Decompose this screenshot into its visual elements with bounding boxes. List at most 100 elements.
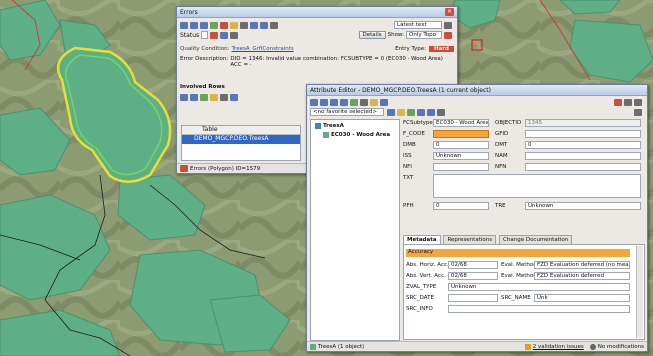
table-header: Table bbox=[182, 126, 300, 135]
layer-icon bbox=[310, 343, 316, 350]
entry-type-label: Entry Type: bbox=[395, 46, 427, 52]
pfh-label: PFH bbox=[403, 203, 414, 209]
undo-icon[interactable] bbox=[624, 98, 632, 106]
src-date-label: SRC_DATE bbox=[406, 295, 434, 301]
nfn-label: NFN bbox=[495, 164, 507, 170]
tre-label: TRE bbox=[495, 203, 506, 209]
extent-icon[interactable] bbox=[270, 21, 278, 29]
validation-issues-link[interactable]: 2 validation issues bbox=[533, 344, 584, 350]
tab-change-documentation[interactable]: Change Documentation bbox=[499, 235, 573, 244]
show-select[interactable]: Only Topo bbox=[406, 31, 442, 39]
nam-label: NAM bbox=[495, 153, 508, 159]
error-flag-icon[interactable] bbox=[210, 31, 219, 39]
forward-arrow-icon[interactable] bbox=[427, 108, 435, 116]
errors-title: Errors bbox=[180, 8, 198, 16]
fcsubtype-select[interactable]: EC030 - Wood Area bbox=[433, 119, 489, 127]
back-arrow-icon[interactable] bbox=[417, 108, 425, 116]
flash-icon[interactable] bbox=[220, 21, 228, 29]
pfh-field[interactable]: 0 bbox=[433, 202, 489, 210]
objectid-label: OBJECTID bbox=[495, 120, 522, 126]
attribute-fields: FCSubtype EC030 - Wood Area OBJECTID 134… bbox=[403, 119, 645, 231]
tab-representations[interactable]: Representations bbox=[443, 235, 497, 244]
delete-icon[interactable] bbox=[614, 98, 622, 106]
table-row[interactable]: DEMO_MGCP.DEO.TreesA bbox=[182, 135, 300, 144]
fcode-field[interactable] bbox=[433, 130, 489, 138]
tre-select[interactable]: Unknown bbox=[525, 202, 641, 210]
zval-type-select[interactable]: Unknown bbox=[448, 283, 630, 291]
first-icon[interactable] bbox=[180, 21, 188, 29]
attr-titlebar[interactable]: Attribute Editor - DEMO_MGCP.DEO.TreesA … bbox=[307, 85, 647, 96]
tree-root[interactable]: TreesA bbox=[315, 123, 344, 129]
copy-icon[interactable] bbox=[380, 98, 388, 106]
favorite-star-icon[interactable] bbox=[397, 108, 405, 116]
table-icon[interactable] bbox=[230, 93, 238, 101]
save-icon[interactable] bbox=[634, 98, 642, 106]
back-arrow-icon[interactable] bbox=[250, 21, 258, 29]
status-checkbox[interactable] bbox=[201, 31, 209, 39]
txt-field[interactable] bbox=[433, 174, 641, 198]
pan-icon[interactable] bbox=[230, 21, 238, 29]
iss-label: ISS bbox=[403, 153, 412, 159]
eval-method-select-1[interactable]: FZD Evaluation deferred (no meas.) bbox=[534, 261, 630, 269]
select-row-icon[interactable] bbox=[210, 93, 218, 101]
status-label: Status bbox=[180, 31, 200, 39]
src-info-field[interactable] bbox=[448, 305, 630, 313]
nam-field[interactable] bbox=[525, 152, 641, 160]
metadata-panel: Accuracy Abs. Horiz. Acc. 02/68 Eval. Me… bbox=[403, 244, 645, 340]
last-record-icon[interactable] bbox=[340, 98, 348, 106]
metadata-scrollbar[interactable] bbox=[636, 246, 643, 338]
pan-icon[interactable] bbox=[370, 98, 378, 106]
filter-icon[interactable] bbox=[444, 21, 452, 29]
dmt-field[interactable]: 0 bbox=[525, 141, 641, 149]
gfid-field[interactable] bbox=[525, 130, 641, 138]
open-attributes-icon[interactable] bbox=[220, 93, 228, 101]
options-icon[interactable] bbox=[634, 108, 642, 116]
flash-row-icon[interactable] bbox=[200, 93, 208, 101]
fcode-label: F_CODE bbox=[403, 131, 425, 137]
iss-select[interactable]: Unknown bbox=[433, 152, 489, 160]
next-record-icon[interactable] bbox=[330, 98, 338, 106]
abs-horiz-field[interactable]: 02/68 bbox=[448, 261, 498, 269]
refresh-icon[interactable] bbox=[444, 31, 452, 39]
eval-method-select-2[interactable]: FZD Evaluation deferred bbox=[534, 272, 630, 280]
src-name-select[interactable]: Unk bbox=[534, 294, 630, 302]
nfn-field[interactable] bbox=[525, 163, 641, 171]
pan-row-icon[interactable] bbox=[190, 93, 198, 101]
favorite-add-icon[interactable] bbox=[387, 108, 395, 116]
apply-icon[interactable] bbox=[407, 108, 415, 116]
quality-condition-row: Quality Condition: TreesA_GrfIConstraint… bbox=[177, 44, 457, 54]
gfid-label: GFID bbox=[495, 131, 509, 137]
check-icon[interactable] bbox=[220, 31, 229, 39]
close-icon[interactable]: × bbox=[445, 8, 454, 16]
previous-record-icon[interactable] bbox=[320, 98, 328, 106]
grid-icon[interactable] bbox=[230, 31, 239, 39]
expand-icon[interactable] bbox=[437, 108, 445, 116]
identify-icon[interactable] bbox=[360, 98, 368, 106]
errors-titlebar[interactable]: Errors × bbox=[177, 7, 457, 18]
select-icon[interactable] bbox=[240, 21, 248, 29]
zoom-row-icon[interactable] bbox=[180, 93, 188, 101]
dmb-field[interactable]: 0 bbox=[433, 141, 489, 149]
first-record-icon[interactable] bbox=[310, 98, 318, 106]
objectid-field: 1345 bbox=[525, 119, 641, 127]
details-button[interactable]: Details bbox=[358, 31, 386, 39]
error-description-label: Error Description: bbox=[180, 56, 229, 62]
involved-rows-table: Table DEMO_MGCP.DEO.TreesA bbox=[181, 125, 301, 161]
favorites-select[interactable]: <no favorite selected> bbox=[310, 108, 384, 116]
zoom-to-error-icon[interactable] bbox=[210, 21, 218, 29]
src-date-field[interactable] bbox=[448, 294, 498, 302]
nfi-field[interactable] bbox=[433, 163, 489, 171]
abs-vert-label: Abs. Vert. Acc. bbox=[406, 273, 446, 279]
previous-icon[interactable] bbox=[190, 21, 198, 29]
forward-arrow-icon[interactable] bbox=[260, 21, 268, 29]
tree-child[interactable]: EC030 - Wood Area bbox=[323, 132, 390, 138]
zoom-icon[interactable] bbox=[350, 98, 358, 106]
abs-vert-field[interactable]: 02/68 bbox=[448, 272, 498, 280]
error-description-text: DID = 1346: Invalid value combination: F… bbox=[230, 56, 443, 68]
next-icon[interactable] bbox=[200, 21, 208, 29]
quality-condition-link[interactable]: TreesA_GrfIConstraints bbox=[232, 46, 294, 52]
filter-select[interactable]: Latest text bbox=[394, 21, 442, 29]
accuracy-row[interactable]: Accuracy bbox=[406, 249, 630, 257]
info-icon bbox=[589, 343, 596, 350]
tab-metadata[interactable]: Metadata bbox=[403, 235, 441, 244]
